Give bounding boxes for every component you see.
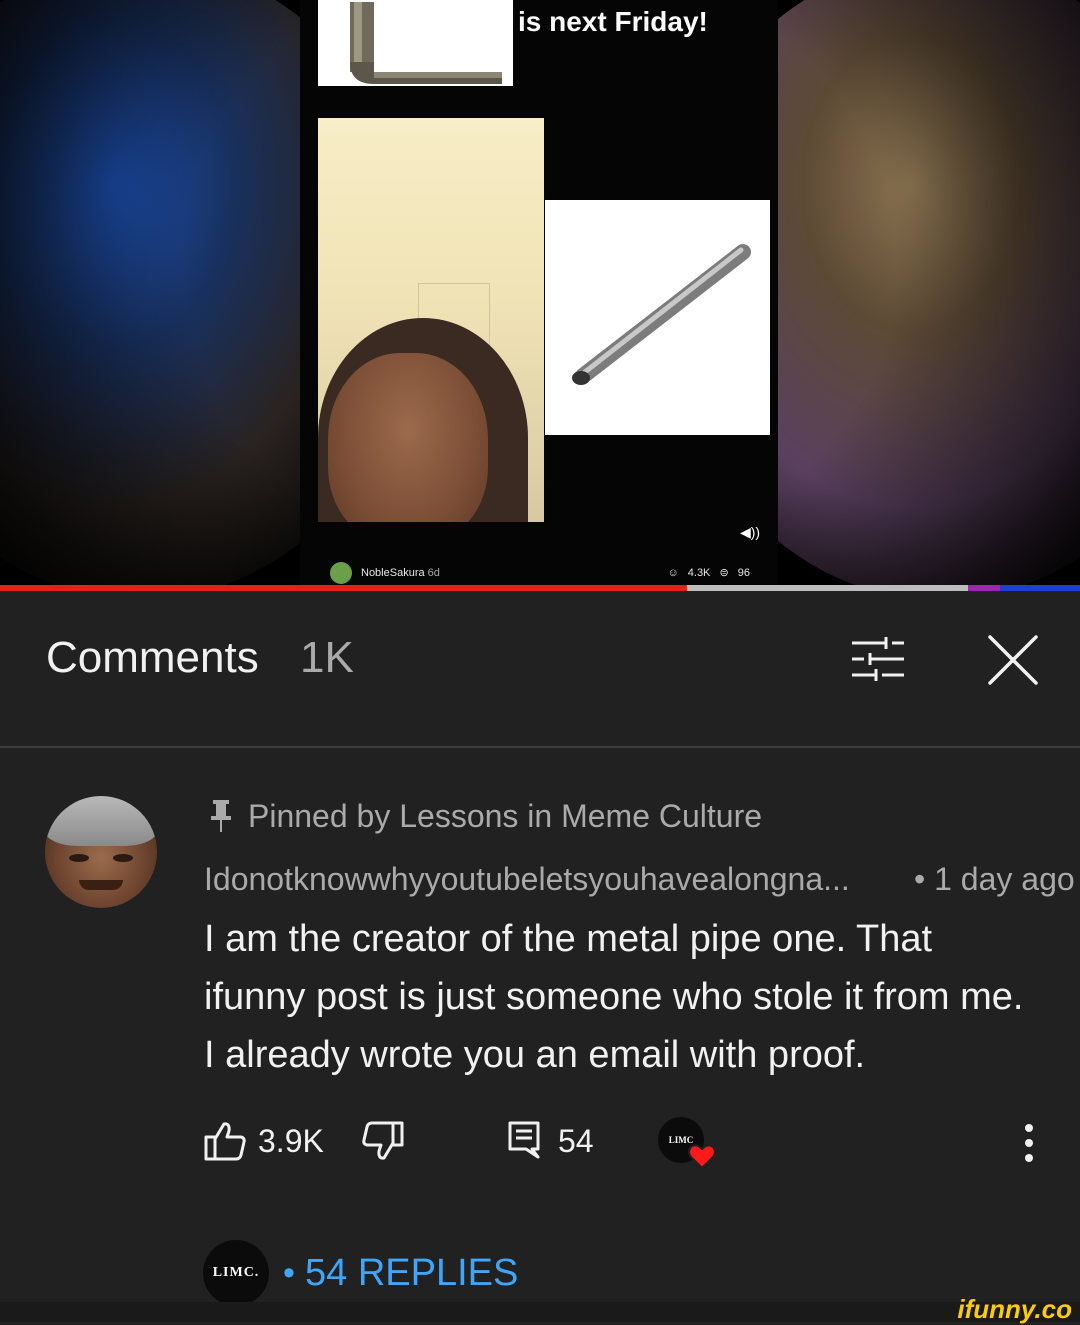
pipe-elbow-image: [318, 0, 513, 86]
creator-heart-badge: LIMC: [658, 1115, 716, 1170]
avatar: [330, 562, 352, 584]
post-comment-count: 96: [737, 567, 750, 579]
video-frame: is next Friday! ◀)) NobleSakura 6d ☺ 4.3…: [300, 0, 778, 585]
ifunny-watermark: ifunny.co: [957, 1294, 1072, 1324]
reply-count: 54: [558, 1123, 594, 1159]
comment-text: I am the creator of the metal pipe one. …: [204, 918, 1024, 1076]
replies-label: 54 REPLIES: [305, 1252, 519, 1294]
comment-bubble-icon: ⊜: [719, 567, 729, 579]
post-footer: NobleSakura 6d ☺ 4.3K ⊜ 96: [330, 562, 760, 584]
more-options-icon[interactable]: [1022, 1123, 1036, 1168]
sort-filter-icon[interactable]: [850, 635, 906, 688]
webcam-face-image: [318, 118, 544, 522]
pin-icon: [210, 800, 232, 837]
separator-dot: •: [283, 1254, 295, 1292]
dislike-icon[interactable]: [362, 1121, 404, 1166]
pinned-label: Pinned by Lessons in Meme Culture: [248, 798, 763, 834]
bottom-strip: [0, 1302, 1080, 1322]
reply-avatar: LIMC.: [203, 1240, 269, 1306]
comment-author[interactable]: Idonotknowwhyyoutubeletsyouhavealongna..…: [204, 861, 850, 898]
smiley-icon: ☺: [667, 567, 679, 579]
comment-timestamp: • 1 day ago: [914, 861, 1075, 897]
metal-pipe-image: [545, 200, 770, 435]
comments-header: Comments 1K: [0, 591, 1080, 727]
commenter-avatar[interactable]: [45, 796, 157, 908]
reply-icon[interactable]: [508, 1121, 540, 1164]
header-divider: [0, 746, 1080, 748]
like-icon[interactable]: [204, 1121, 246, 1166]
comment-actions: 3.9K 54 LIMC: [0, 1115, 1080, 1175]
volume-icon[interactable]: ◀)): [740, 524, 760, 541]
post-username: NobleSakura 6d: [361, 567, 440, 579]
reaction-count: 4.3K: [687, 567, 711, 579]
comments-title: Comments: [46, 633, 259, 682]
heart-icon: [688, 1143, 716, 1174]
video-player[interactable]: is next Friday! ◀)) NobleSakura 6d ☺ 4.3…: [0, 0, 1080, 585]
post-stats: ☺ 4.3K ⊜ 96: [661, 566, 750, 579]
like-count: 3.9K: [258, 1123, 324, 1159]
comments-count: 1K: [300, 633, 354, 682]
view-replies-button[interactable]: LIMC. • 54 REPLIES: [203, 1240, 803, 1306]
close-icon[interactable]: [986, 633, 1040, 692]
meme-caption: is next Friday!: [518, 6, 708, 37]
